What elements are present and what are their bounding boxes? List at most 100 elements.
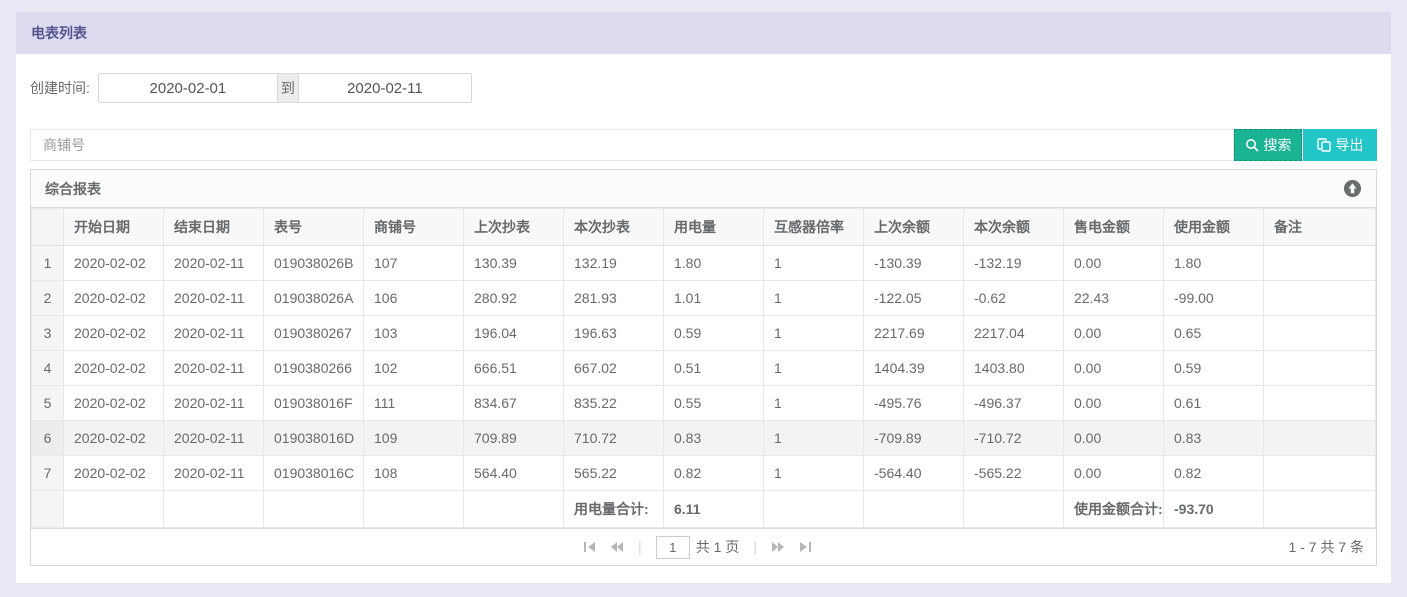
table-cell: 1 [764,246,864,281]
table-cell: 1.80 [1164,246,1264,281]
pager-last-icon[interactable] [799,541,812,553]
table-cell: 107 [364,246,464,281]
table-cell: 019038026A [264,281,364,316]
table-cell: 2020-02-02 [64,421,164,456]
table-cell: 2020-02-11 [164,456,264,491]
table-footer: 用电量合计: 6.11 使用金额合计: -93.70 [32,491,1376,528]
table-cell: 280.92 [464,281,564,316]
date-from-input[interactable] [99,74,277,102]
table-cell: 564.40 [464,456,564,491]
table-row[interactable]: 22020-02-022020-02-11019038026A106280.92… [32,281,1376,316]
column-header: 上次抄表 [464,209,564,246]
table-cell: 1 [764,421,864,456]
table-cell [1264,246,1376,281]
total-pages-label: 共 1 页 [696,539,740,555]
table-cell: 1 [764,351,864,386]
table-cell: 2020-02-02 [64,246,164,281]
row-number-cell: 5 [32,386,64,421]
pager-bar: | 共 1 页 | 1 - 7 共 7 条 [31,528,1376,565]
date-filter-row: 创建时间: 到 [30,73,1377,103]
table-cell: 0.61 [1164,386,1264,421]
pager-next-icon[interactable] [771,541,785,553]
table-cell: 710.72 [564,421,664,456]
search-button[interactable]: 搜索 [1234,129,1302,161]
table-cell [1264,316,1376,351]
table-cell: 103 [364,316,464,351]
table-cell: 0.55 [664,386,764,421]
table-cell: 019038016C [264,456,364,491]
table-cell: 565.22 [564,456,664,491]
table-cell: 0.51 [664,351,764,386]
pager-separator: | [753,539,757,556]
table-cell: 1 [764,281,864,316]
table-cell: 834.67 [464,386,564,421]
table-body: 12020-02-022020-02-11019038026B107130.39… [32,246,1376,491]
report-grid-panel: 综合报表 开始日期结束日期表号商铺号上次抄表本次抄表用电量互感器倍率上次余额本次… [30,169,1377,566]
table-row[interactable]: 32020-02-022020-02-110190380267103196.04… [32,316,1376,351]
table-cell: 0190380266 [264,351,364,386]
table-cell: 1403.80 [964,351,1064,386]
panel-content: 创建时间: 到 搜索 导出 [16,54,1391,566]
grid-caption-bar: 综合报表 [31,170,1376,208]
table-cell: 0.00 [1064,421,1164,456]
table-cell: 109 [364,421,464,456]
pager-first-icon[interactable] [583,541,596,553]
export-button[interactable]: 导出 [1303,129,1377,161]
table-cell: 667.02 [564,351,664,386]
table-cell: -122.05 [864,281,964,316]
pager-prev-icon[interactable] [610,541,624,553]
amount-total-value: -93.70 [1164,491,1264,528]
summary-row: 用电量合计: 6.11 使用金额合计: -93.70 [32,491,1376,528]
table-row[interactable]: 12020-02-022020-02-11019038026B107130.39… [32,246,1376,281]
table-cell: 132.19 [564,246,664,281]
table-cell: -710.72 [964,421,1064,456]
export-button-label: 导出 [1336,135,1364,155]
table-header: 开始日期结束日期表号商铺号上次抄表本次抄表用电量互感器倍率上次余额本次余额售电金… [32,209,1376,246]
table-cell [1264,386,1376,421]
table-cell [1264,456,1376,491]
amount-total-label: 使用金额合计: [1064,491,1164,528]
table-cell: 0.00 [1064,316,1164,351]
summary-rownum-cell [32,491,64,528]
table-cell: 0190380267 [264,316,364,351]
shop-number-search-input[interactable] [30,129,1234,161]
table-cell: 835.22 [564,386,664,421]
table-cell: 2020-02-02 [64,351,164,386]
table-row[interactable]: 72020-02-022020-02-11019038016C108564.40… [32,456,1376,491]
table-cell: 2020-02-11 [164,281,264,316]
table-cell: 709.89 [464,421,564,456]
page-number-input[interactable] [656,536,690,559]
table-cell: 2020-02-02 [64,316,164,351]
collapse-arrow-up-icon[interactable] [1343,179,1362,198]
column-header: 商铺号 [364,209,464,246]
usage-total-value: 6.11 [664,491,764,528]
report-table: 开始日期结束日期表号商铺号上次抄表本次抄表用电量互感器倍率上次余额本次余额售电金… [31,208,1376,528]
table-cell [1264,281,1376,316]
table-cell: -99.00 [1164,281,1264,316]
table-cell: 2217.69 [864,316,964,351]
table-row[interactable]: 62020-02-022020-02-11019038016D109709.89… [32,421,1376,456]
table-cell: 019038016D [264,421,364,456]
column-header: 表号 [264,209,364,246]
table-cell: -495.76 [864,386,964,421]
row-number-cell: 4 [32,351,64,386]
table-row[interactable]: 52020-02-022020-02-11019038016F111834.67… [32,386,1376,421]
table-cell: 0.00 [1064,386,1164,421]
table-cell: 2020-02-11 [164,351,264,386]
table-cell: 281.93 [564,281,664,316]
table-cell: 196.63 [564,316,664,351]
table-cell [1264,351,1376,386]
date-to-input[interactable] [299,74,471,102]
table-cell: 1.01 [664,281,764,316]
table-cell: 2020-02-11 [164,421,264,456]
table-row[interactable]: 42020-02-022020-02-110190380266102666.51… [32,351,1376,386]
table-cell: 22.43 [1064,281,1164,316]
date-range-separator: 到 [277,74,299,102]
table-cell: 666.51 [464,351,564,386]
table-cell: 0.59 [664,316,764,351]
pager-controls: | 共 1 页 | [583,536,812,559]
table-cell: 0.83 [664,421,764,456]
table-cell: 2217.04 [964,316,1064,351]
table-cell: 0.83 [1164,421,1264,456]
table-cell: 108 [364,456,464,491]
